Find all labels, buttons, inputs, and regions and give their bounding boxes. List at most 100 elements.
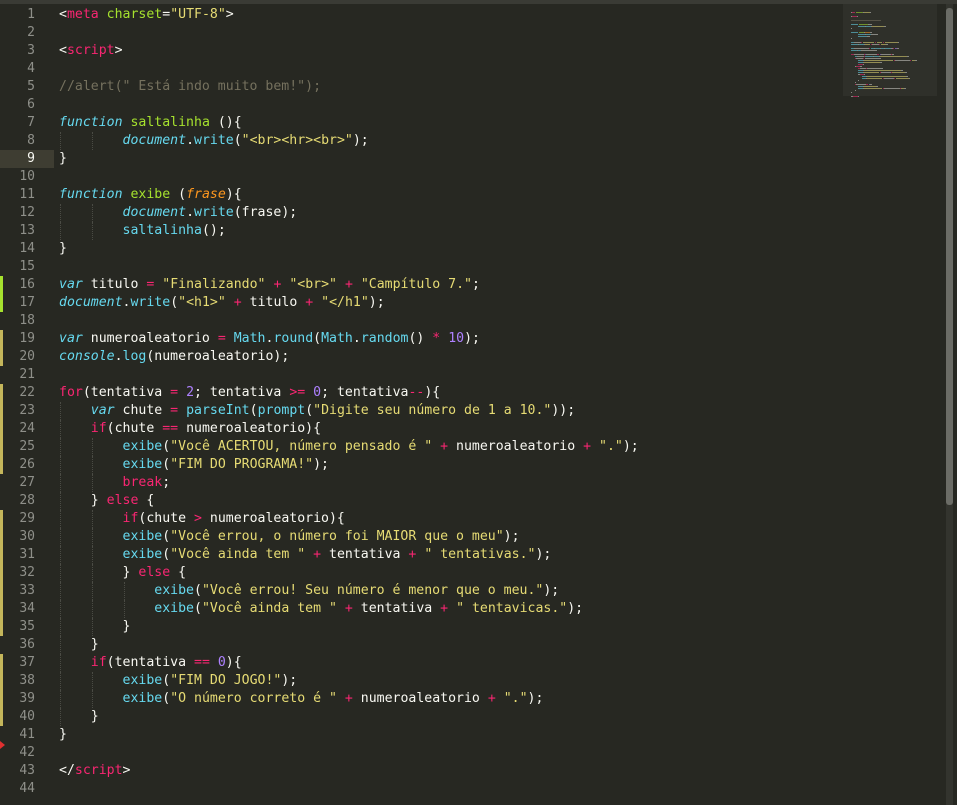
- minimap-token: [908, 78, 911, 80]
- code-line[interactable]: }: [59, 618, 131, 636]
- code-line[interactable]: exibe("Você ACERTOU, número pensado é " …: [59, 438, 639, 456]
- minimap-token: [862, 64, 864, 66]
- line-number: 30: [19, 529, 35, 544]
- code-token-tag-punct: <: [59, 7, 67, 22]
- minimap-token: [869, 12, 871, 14]
- code-line[interactable]: for(tentativa = 2; tentativa >= 0; tenta…: [59, 384, 440, 402]
- minimap-token: [879, 56, 907, 58]
- code-line[interactable]: var chute = parseInt(prompt("Digite seu …: [59, 402, 575, 420]
- code-token-op: >: [194, 511, 202, 526]
- line-number: 12: [19, 205, 35, 220]
- minimap-token: [858, 26, 866, 28]
- minimap-token: [879, 62, 882, 64]
- line-number: 19: [19, 331, 35, 346]
- code-line[interactable]: document.write("<br><hr><br>");: [59, 132, 369, 150]
- code-line[interactable]: document.write("<h1>" + titulo + "</h1")…: [59, 294, 385, 312]
- code-token-kw: break: [122, 475, 163, 490]
- minimap-token: [894, 78, 896, 80]
- code-token-text: ){: [225, 655, 242, 670]
- code-token-text: (: [193, 583, 202, 598]
- code-line[interactable]: exibe("Você errou! Seu número é menor qu…: [59, 582, 559, 600]
- code-token-num: 0: [217, 655, 226, 670]
- code-token-text: ;: [472, 277, 480, 292]
- code-token-str: ".": [599, 439, 623, 454]
- line-number: 2: [27, 25, 35, 40]
- code-line[interactable]: document.write(frase);: [59, 204, 298, 222]
- code-line[interactable]: exibe("FIM DO PROGRAMA!");: [59, 456, 329, 474]
- code-token-tag: script: [74, 763, 123, 778]
- code-line[interactable]: } else {: [59, 492, 155, 510]
- code-token-text: numeroaleatorio: [448, 439, 584, 454]
- code-token-op: +: [344, 601, 353, 616]
- line-number: 21: [19, 367, 35, 382]
- minimap[interactable]: [843, 4, 937, 98]
- code-token-text: );: [622, 439, 639, 454]
- code-line[interactable]: }: [59, 150, 67, 168]
- code-token-text: tentativa: [321, 547, 409, 562]
- code-token-op: +: [233, 295, 242, 310]
- code-token-text: {: [170, 565, 187, 580]
- code-token-text: (: [162, 529, 171, 544]
- minimap-token: [867, 78, 883, 80]
- code-line[interactable]: if(chute > numeroaleatorio){: [59, 510, 345, 528]
- line-number: 18: [19, 313, 35, 328]
- code-line[interactable]: }: [59, 708, 99, 726]
- code-line[interactable]: <script>: [59, 42, 123, 60]
- code-token-text: {: [138, 493, 155, 508]
- line-number: 9: [27, 151, 35, 166]
- code-line[interactable]: }: [59, 726, 67, 744]
- line-number: 32: [19, 565, 35, 580]
- line-number: 29: [19, 511, 35, 526]
- code-token-text: (: [193, 601, 202, 616]
- code-token-op: ==: [194, 655, 210, 670]
- code-token-op: +: [313, 547, 322, 562]
- code-line[interactable]: saltalinha();: [59, 222, 226, 240]
- code-line[interactable]: </script>: [59, 762, 130, 780]
- code-line[interactable]: }: [59, 636, 99, 654]
- code-token-text: ();: [201, 223, 226, 238]
- line-number: 5: [27, 79, 35, 94]
- code-token-str: "<br><hr><br>": [241, 133, 353, 148]
- line-number: 14: [19, 241, 35, 256]
- code-editor[interactable]: 1 2 3 4 5 6 7 8 9 10 11 12 13 14 15 16 17 18 19 20 21 22 23 24 2…: [0, 0, 957, 805]
- code-line[interactable]: if(chute == numeroaleatorio){: [59, 420, 321, 438]
- code-line[interactable]: function exibe (frase){: [59, 186, 242, 204]
- code-line[interactable]: exibe("O número correto é " + numeroalea…: [59, 690, 544, 708]
- line-number: 42: [19, 745, 35, 760]
- minimap-token: [905, 72, 907, 74]
- code-line[interactable]: exibe("Você ainda tem " + tentativa + " …: [59, 600, 583, 618]
- code-token-support: exibe: [122, 673, 163, 688]
- code-token-support-i: document: [59, 295, 123, 310]
- line-number-gutter[interactable]: 1 2 3 4 5 6 7 8 9 10 11 12 13 14 15 16 17 18 19 20 21 22 23 24 2…: [0, 0, 54, 805]
- code-line[interactable]: //alert(" Está indo muito bem!");: [59, 78, 321, 96]
- code-token-text: <: [59, 43, 67, 58]
- code-line[interactable]: exibe("Você ainda tem " + tentativa + " …: [59, 546, 552, 564]
- code-line[interactable]: if(tentativa == 0){: [59, 654, 242, 672]
- code-token-text: (: [162, 547, 171, 562]
- code-line[interactable]: }: [59, 240, 67, 258]
- code-token-text: (numeroaleatorio);: [146, 349, 290, 364]
- code-line[interactable]: } else {: [59, 564, 187, 582]
- minimap-token: [904, 88, 906, 90]
- line-number: 10: [19, 169, 35, 184]
- code-line[interactable]: <meta charset="UTF-8">: [59, 6, 234, 24]
- code-token-support: log: [122, 349, 147, 364]
- line-number: 28: [19, 493, 35, 508]
- code-line[interactable]: function saltalinha (){: [59, 114, 242, 132]
- code-line[interactable]: var titulo = "Finalizando" + "<br>" + "C…: [59, 276, 480, 294]
- minimap-token: [851, 32, 859, 34]
- code-line[interactable]: exibe("Você errou, o número foi MAIOR qu…: [59, 528, 520, 546]
- code-token-kw: if: [90, 655, 107, 670]
- code-line[interactable]: exibe("FIM DO JOGO!");: [59, 672, 298, 690]
- line-number: 11: [19, 187, 35, 202]
- line-number: 27: [19, 475, 35, 490]
- code-line[interactable]: var numeroaleatorio = Math.round(Math.ra…: [59, 330, 480, 348]
- code-token-str: "UTF-8": [170, 7, 226, 22]
- code-line[interactable]: break;: [59, 474, 171, 492]
- vertical-scrollbar-thumb[interactable]: [946, 8, 953, 505]
- code-line[interactable]: console.log(numeroaleatorio);: [59, 348, 289, 366]
- code-token-op: >=: [289, 385, 306, 400]
